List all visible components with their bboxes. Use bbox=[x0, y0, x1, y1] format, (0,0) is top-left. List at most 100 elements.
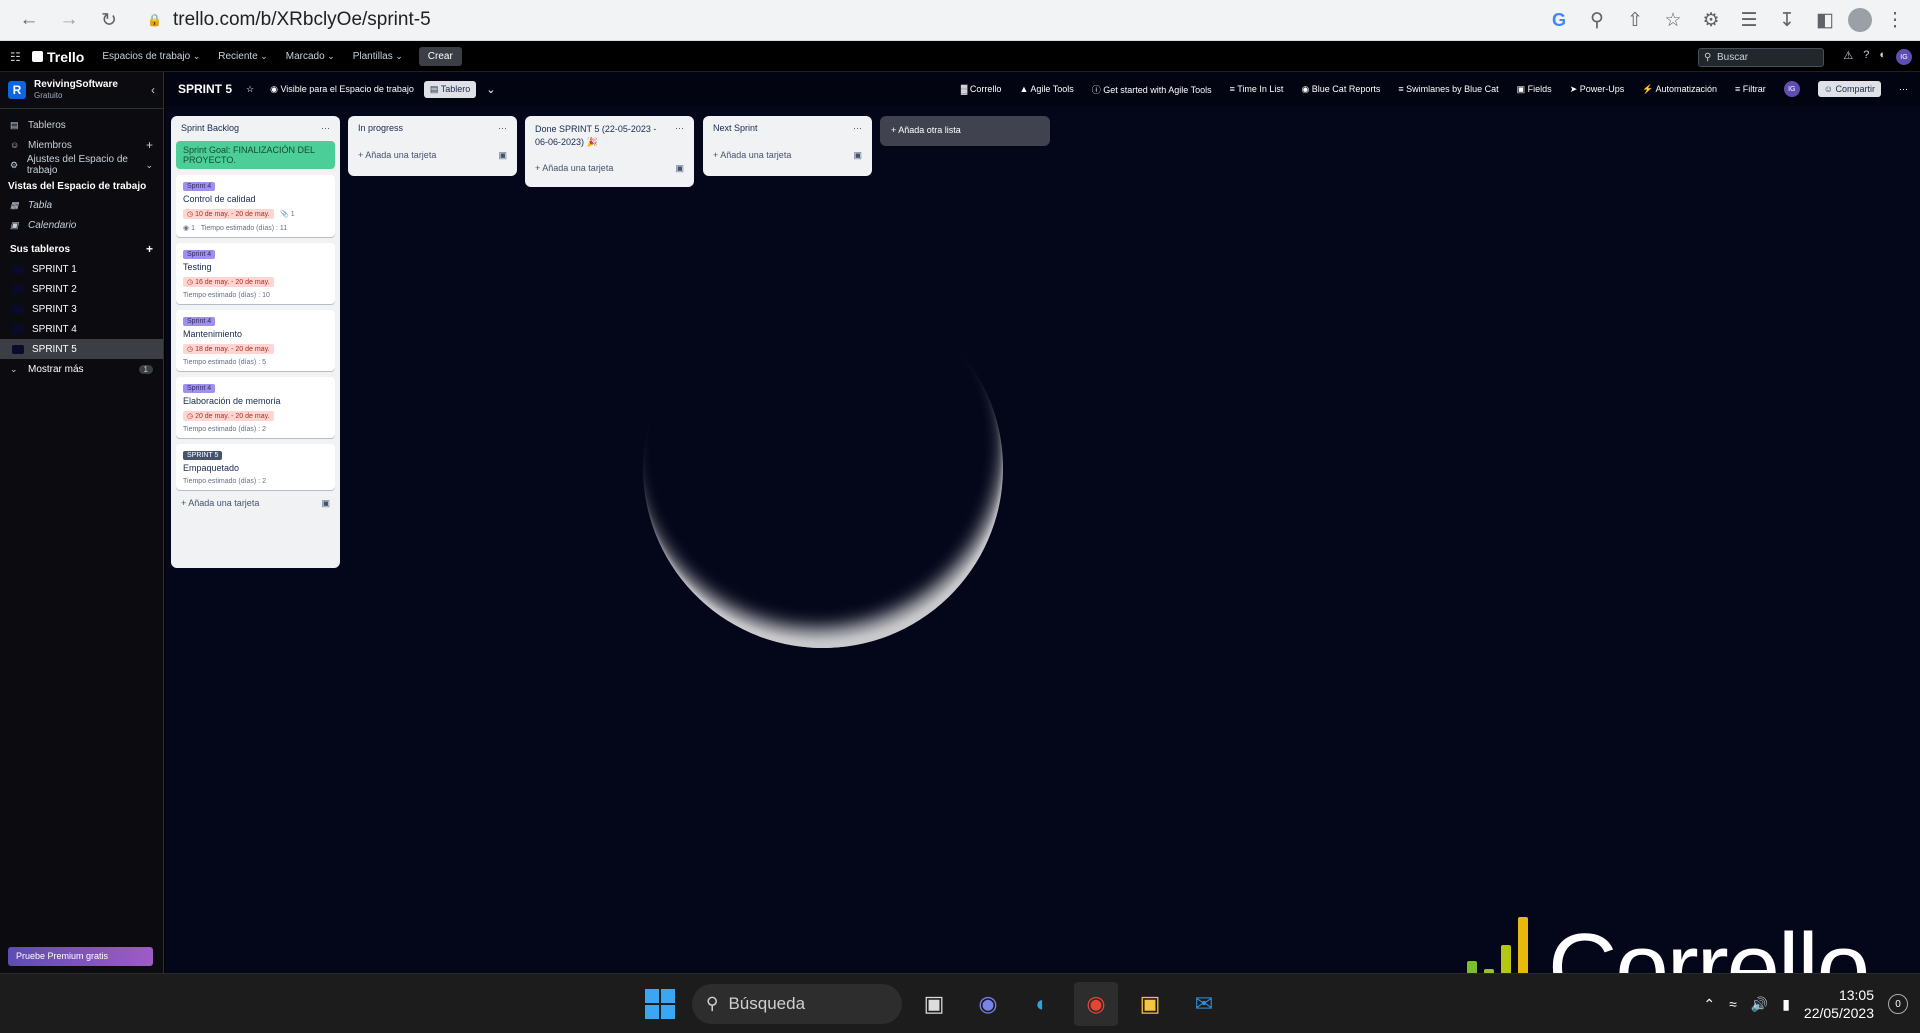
reading-list-icon[interactable]: ☰ bbox=[1734, 5, 1764, 35]
url-text[interactable]: trello.com/b/XRbclyOe/sprint-5 bbox=[173, 9, 431, 31]
notification-count[interactable]: 0 bbox=[1888, 994, 1908, 1014]
powerup-swimlanes[interactable]: ≡ Swimlanes by Blue Cat bbox=[1398, 84, 1498, 94]
volume-icon[interactable]: 🔊 bbox=[1751, 996, 1768, 1013]
visibility-button[interactable]: ◉ Visible para el Espacio de trabajo bbox=[270, 84, 414, 95]
list-title[interactable]: In progress bbox=[358, 123, 403, 134]
add-card-button[interactable]: + Añada una tarjeta ▣ bbox=[703, 150, 872, 161]
card-due-date[interactable]: ◷ 20 de may. - 20 de may. bbox=[183, 411, 274, 421]
powerups-button[interactable]: ➤ Power-Ups bbox=[1570, 84, 1625, 95]
back-icon[interactable]: ← bbox=[14, 5, 44, 35]
template-icon[interactable]: ▣ bbox=[498, 150, 507, 161]
reload-icon[interactable]: ↻ bbox=[94, 5, 124, 35]
card-due-date[interactable]: ◷ 18 de may. - 20 de may. bbox=[183, 344, 274, 354]
sidebar-board-sprint-2[interactable]: SPRINT 2 bbox=[0, 279, 163, 299]
list-title[interactable]: Done SPRINT 5 (22-05-2023 - 06-06-2023) … bbox=[535, 123, 660, 149]
theme-icon[interactable]: ◐ bbox=[1879, 49, 1886, 65]
start-button[interactable] bbox=[638, 982, 682, 1026]
teams-chat-icon[interactable]: ◉ bbox=[966, 982, 1010, 1026]
mail-icon[interactable]: ✉ bbox=[1182, 982, 1226, 1026]
collapse-sidebar-icon[interactable]: ‹ bbox=[151, 83, 155, 97]
list-title[interactable]: Next Sprint bbox=[713, 123, 758, 134]
premium-trial-button[interactable]: Pruebe Premium gratis bbox=[8, 947, 153, 966]
notification-icon[interactable]: ⚠ bbox=[1843, 49, 1853, 65]
powerup-corrello[interactable]: ▓ Corrello bbox=[961, 84, 1002, 94]
add-board-icon[interactable]: + bbox=[146, 242, 153, 256]
chevron-up-icon[interactable]: ⌃ bbox=[1703, 996, 1715, 1013]
bookmark-star-icon[interactable]: ☆ bbox=[1658, 5, 1688, 35]
powerup-agile-tools[interactable]: ▲ Agile Tools bbox=[1019, 84, 1073, 94]
task-view-icon[interactable]: ▣ bbox=[912, 982, 956, 1026]
menu-templates[interactable]: Plantillas bbox=[353, 51, 403, 62]
forward-icon[interactable]: → bbox=[54, 5, 84, 35]
powerup-get-started[interactable]: ⓘ Get started with Agile Tools bbox=[1092, 83, 1212, 96]
automation-button[interactable]: ⚡ Automatización bbox=[1642, 84, 1717, 95]
profile-avatar[interactable] bbox=[1848, 8, 1872, 32]
sidebar-board-sprint-5[interactable]: SPRINT 5 bbox=[0, 339, 163, 359]
edge-browser-icon[interactable]: ◐ bbox=[1020, 982, 1064, 1026]
sidebar-item-calendar-view[interactable]: ▣ Calendario bbox=[0, 215, 163, 235]
share-button[interactable]: ☺ Compartir bbox=[1817, 81, 1881, 97]
add-card-button[interactable]: + Añada una tarjeta ▣ bbox=[525, 163, 694, 174]
more-menu-icon[interactable]: ⋮ bbox=[1880, 5, 1910, 35]
view-switcher-button[interactable]: ▤ Tablero bbox=[423, 80, 477, 98]
chrome-browser-icon[interactable]: ◉ bbox=[1074, 982, 1118, 1026]
board-member-avatar[interactable]: IG bbox=[1783, 81, 1800, 97]
sidebar-board-sprint-4[interactable]: SPRINT 4 bbox=[0, 319, 163, 339]
system-clock[interactable]: 13:05 22/05/2023 bbox=[1804, 986, 1874, 1022]
sidebar-board-sprint-1[interactable]: SPRINT 1 bbox=[0, 259, 163, 279]
board-title[interactable]: SPRINT 5 bbox=[178, 82, 232, 96]
extensions-icon[interactable]: ⚙ bbox=[1696, 5, 1726, 35]
show-more-boards[interactable]: ⌄ Mostrar más 1 bbox=[0, 359, 163, 379]
app-switcher-icon[interactable]: ☷ bbox=[10, 50, 24, 64]
menu-recent[interactable]: Reciente bbox=[218, 51, 268, 62]
search-input[interactable]: ⚲ Buscar bbox=[1698, 48, 1824, 67]
list-menu-icon[interactable]: ⋯ bbox=[321, 123, 330, 134]
google-icon[interactable]: G bbox=[1544, 5, 1574, 35]
powerup-blue-cat-reports[interactable]: ◉ Blue Cat Reports bbox=[1301, 84, 1380, 95]
powerup-fields[interactable]: ▣ Fields bbox=[1517, 84, 1552, 95]
filter-button[interactable]: ≡ Filtrar bbox=[1735, 84, 1766, 94]
card-empaquetado[interactable]: SPRINT 5 Empaquetado Tiempo estimado (dí… bbox=[176, 444, 335, 490]
sidebar-item-table-view[interactable]: ▦ Tabla bbox=[0, 195, 163, 215]
address-bar[interactable]: 🔒 trello.com/b/XRbclyOe/sprint-5 bbox=[137, 4, 1577, 36]
card-memoria[interactable]: Sprint 4 Elaboración de memoria ◷ 20 de … bbox=[176, 377, 335, 438]
sidebar-board-sprint-3[interactable]: SPRINT 3 bbox=[0, 299, 163, 319]
add-member-icon[interactable]: + bbox=[146, 138, 153, 152]
download-icon[interactable]: ↧ bbox=[1772, 5, 1802, 35]
file-explorer-icon[interactable]: ▣ bbox=[1128, 982, 1172, 1026]
card-due-date[interactable]: ◷ 16 de may. - 20 de may. bbox=[183, 277, 274, 287]
user-avatar[interactable]: IG bbox=[1896, 49, 1912, 65]
share-icon[interactable]: ⇧ bbox=[1620, 5, 1650, 35]
side-panel-icon[interactable]: ◧ bbox=[1810, 5, 1840, 35]
menu-workspaces[interactable]: Espacios de trabajo bbox=[102, 51, 200, 62]
template-icon[interactable]: ▣ bbox=[321, 498, 330, 509]
menu-starred[interactable]: Marcado bbox=[286, 51, 335, 62]
card-mantenimiento[interactable]: Sprint 4 Mantenimiento ◷ 18 de may. - 20… bbox=[176, 310, 335, 371]
create-button[interactable]: Crear bbox=[418, 47, 462, 66]
add-list-button[interactable]: + Añada otra lista bbox=[880, 116, 1050, 146]
list-menu-icon[interactable]: ⋯ bbox=[675, 123, 684, 149]
taskbar-search[interactable]: ⚲ Búsqueda bbox=[692, 984, 902, 1024]
chevron-down-icon[interactable]: ⌄ bbox=[486, 83, 495, 96]
board-menu-icon[interactable]: ⋯ bbox=[1899, 84, 1908, 95]
card-control-calidad[interactable]: Sprint 4 Control de calidad ◷ 10 de may.… bbox=[176, 175, 335, 237]
card-due-date[interactable]: ◷ 10 de may. - 20 de may. bbox=[183, 209, 274, 219]
trello-logo[interactable]: Trello bbox=[32, 49, 84, 65]
wifi-icon[interactable]: ≈ bbox=[1729, 996, 1737, 1012]
add-card-button[interactable]: + Añada una tarjeta ▣ bbox=[171, 498, 340, 509]
zoom-icon[interactable]: ⚲ bbox=[1582, 5, 1612, 35]
battery-icon[interactable]: ▮ bbox=[1782, 996, 1790, 1013]
list-menu-icon[interactable]: ⋯ bbox=[853, 123, 862, 134]
card-testing[interactable]: Sprint 4 Testing ◷ 16 de may. - 20 de ma… bbox=[176, 243, 335, 304]
sidebar-item-members[interactable]: ☺ Miembros + bbox=[0, 135, 163, 155]
sprint-goal-card[interactable]: Sprint Goal: FINALIZACIÓN DEL PROYECTO. bbox=[176, 141, 335, 169]
sidebar-item-settings[interactable]: ⚙ Ajustes del Espacio de trabajo ⌄ bbox=[0, 154, 163, 176]
template-icon[interactable]: ▣ bbox=[853, 150, 862, 161]
template-icon[interactable]: ▣ bbox=[675, 163, 684, 174]
star-icon[interactable]: ☆ bbox=[246, 84, 254, 95]
add-card-button[interactable]: + Añada una tarjeta ▣ bbox=[348, 150, 517, 161]
list-title[interactable]: Sprint Backlog bbox=[181, 123, 239, 134]
list-menu-icon[interactable]: ⋯ bbox=[498, 123, 507, 134]
help-icon[interactable]: ? bbox=[1863, 49, 1869, 65]
sidebar-item-boards[interactable]: ▤ Tableros bbox=[0, 115, 163, 135]
